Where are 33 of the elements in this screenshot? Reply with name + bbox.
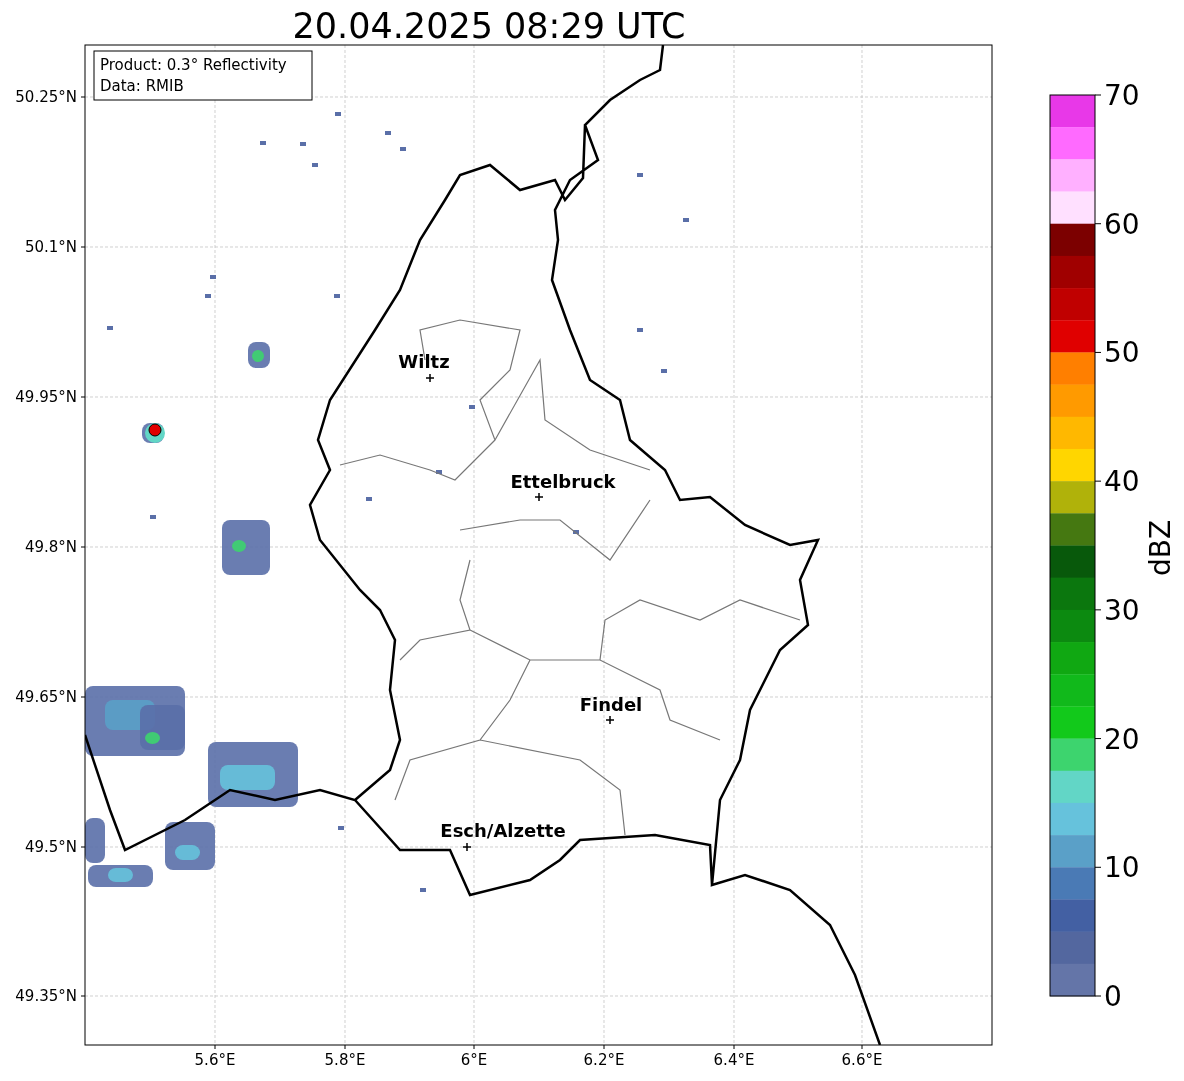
- axis-tick-label: 6.2°E: [583, 1051, 625, 1069]
- chart-title: 20.04.2025 08:29 UTC: [292, 6, 686, 46]
- axis-tick-label: 50.25°N: [15, 88, 77, 106]
- colorbar-tick-label: 0: [1104, 980, 1122, 1013]
- city-label: Findel: [579, 694, 643, 715]
- info-text: Data: RMIB: [100, 77, 184, 95]
- axis-tick-label: 6.6°E: [841, 1051, 883, 1069]
- colorbar-tick-label: 10: [1104, 851, 1140, 885]
- info-text: Product: 0.3° Reflectivity: [100, 56, 287, 74]
- city-marker-icon: [425, 373, 435, 383]
- axis-tick-label: 49.95°N: [15, 388, 77, 406]
- axis-tick-label: 49.5°N: [24, 838, 77, 856]
- axis-tick-label: 6.4°E: [713, 1051, 755, 1069]
- axis-tick-label: 49.65°N: [15, 688, 77, 706]
- axis-tick-label: 6°E: [460, 1051, 488, 1069]
- colorbar-label: dBZ: [1144, 519, 1177, 577]
- colorbar-tick-label: 20: [1104, 722, 1140, 756]
- city-label: Ettelbruck: [510, 471, 616, 492]
- colorbar-tick-label: 60: [1104, 207, 1140, 241]
- axis-tick-label: 5.8°E: [324, 1051, 366, 1069]
- city-marker-icon: [605, 715, 615, 725]
- axis-tick-label: 49.35°N: [15, 987, 77, 1005]
- city-marker-icon: [462, 842, 472, 852]
- axis-tick-label: 5.6°E: [194, 1051, 236, 1069]
- axis-tick-label: 50.1°N: [24, 238, 77, 256]
- city-label: Wiltz: [398, 351, 450, 372]
- colorbar-tick-label: 40: [1104, 465, 1140, 499]
- colorbar-tick-label: 50: [1104, 336, 1140, 370]
- city-marker-icon: [534, 492, 544, 502]
- city-label: Esch/Alzette: [440, 820, 566, 841]
- colorbar-tick-label: 30: [1104, 593, 1140, 627]
- axis-tick-label: 49.8°N: [24, 538, 77, 556]
- colorbar-tick-label: 70: [1104, 79, 1140, 112]
